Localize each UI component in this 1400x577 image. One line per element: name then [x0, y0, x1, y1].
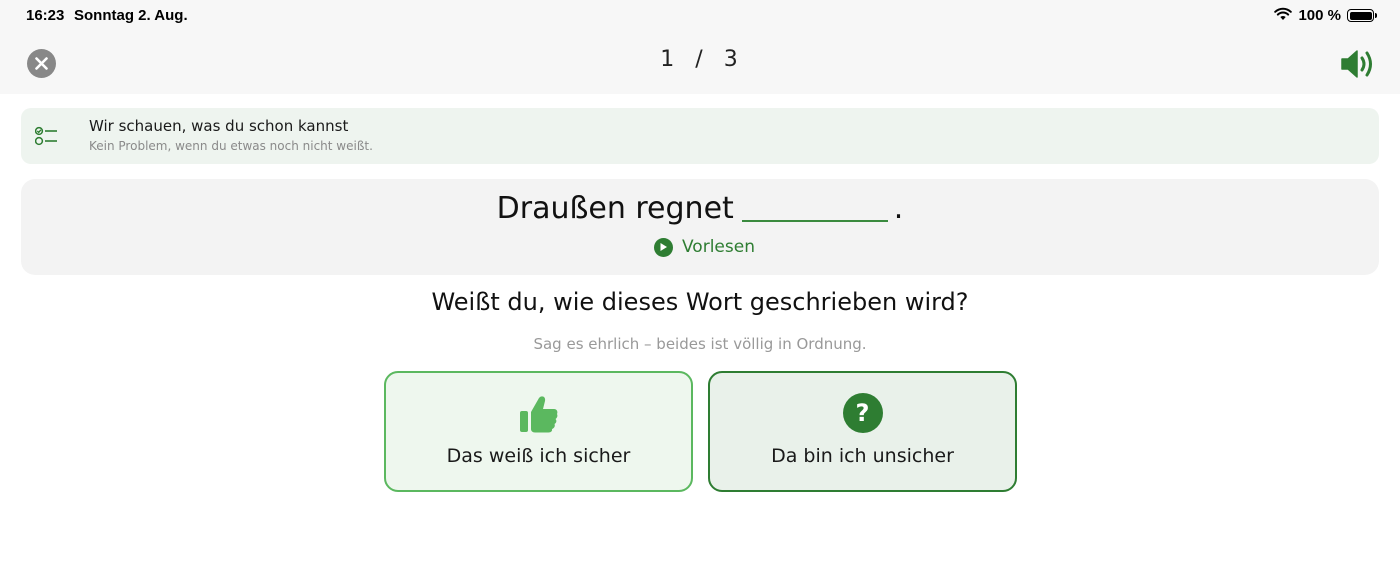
question-icon: ?	[842, 393, 883, 433]
choice-sure-button[interactable]: Das weiß ich sicher	[384, 371, 693, 492]
battery-level	[1349, 11, 1372, 20]
read-aloud-label: Vorlesen	[682, 237, 755, 257]
choice-unsure-button[interactable]: ? Da bin ich unsicher	[708, 371, 1017, 492]
battery-icon	[1347, 9, 1377, 22]
progress-total: 3	[723, 47, 740, 72]
status-date: Sonntag 2. Aug.	[74, 7, 188, 24]
top-bar: 1 / 3	[0, 34, 1400, 94]
word-blank	[741, 192, 888, 222]
question-text: Weißt du, wie dieses Wort geschrieben wi…	[431, 288, 969, 316]
choice-unsure-label: Da bin ich unsicher	[771, 445, 954, 467]
progress-indicator: 1 / 3	[0, 47, 1400, 72]
sentence-card: Draußen regnet. Vorlesen	[21, 179, 1379, 275]
choice-sure-label: Das weiß ich sicher	[446, 445, 631, 467]
battery-percentage: 100 %	[1298, 7, 1341, 24]
speaker-icon	[1341, 50, 1372, 78]
info-title: Wir schauen, was du schon kannst	[89, 117, 349, 135]
checklist-icon	[35, 126, 57, 146]
sound-button[interactable]	[1340, 48, 1376, 80]
progress-separator: /	[695, 47, 705, 72]
gap-sentence: Draußen regnet.	[21, 191, 1379, 226]
status-time: 16:23	[26, 7, 65, 24]
hint-text: Sag es ehrlich – beides ist völlig in Or…	[533, 335, 867, 353]
status-indicators: 100 %	[1274, 6, 1377, 25]
info-banner: Wir schauen, was du schon kannst Kein Pr…	[21, 108, 1379, 164]
info-subtitle: Kein Problem, wenn du etwas noch nicht w…	[89, 139, 373, 153]
wifi-icon	[1274, 6, 1293, 25]
read-aloud-button[interactable]: Vorlesen	[654, 237, 755, 257]
play-icon	[654, 237, 673, 257]
status-bar: 16:23 Sonntag 2. Aug. 100 %	[0, 0, 1400, 34]
sentence-start: Draußen regnet	[496, 191, 734, 226]
sentence-end: .	[893, 191, 904, 226]
progress-current: 1	[660, 47, 677, 72]
thumbs-up-icon	[519, 396, 557, 433]
